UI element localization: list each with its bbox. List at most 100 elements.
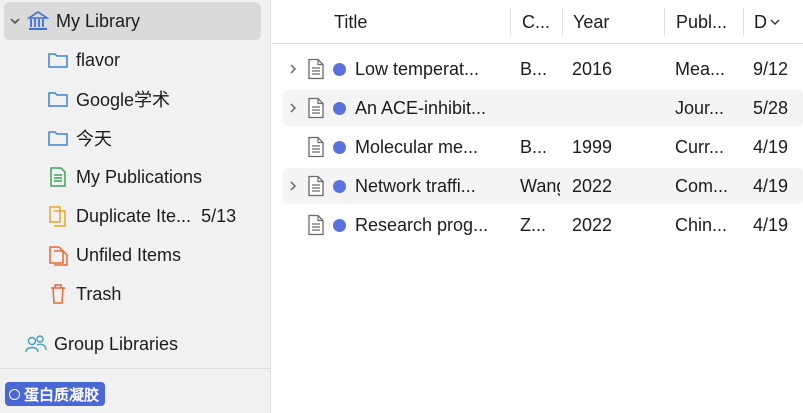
sidebar-item-unfiled-items[interactable]: Unfiled Items (46, 236, 181, 274)
sidebar-item-label: My Publications (76, 166, 203, 187)
document-icon (305, 129, 327, 165)
sidebar: My Library flavor Google学术 今天 My Publica… (0, 0, 271, 413)
duplicate-count: 5/13 (201, 205, 237, 226)
sort-chevron-icon (769, 16, 781, 28)
sidebar-item-label: flavor (76, 49, 121, 70)
cell-title: Low temperat... (355, 58, 480, 79)
sidebar-item-label: 今天 (76, 129, 112, 149)
cell-creator: Z... (520, 214, 546, 235)
sidebar-item-label: Group Libraries (54, 333, 179, 354)
sidebar-divider (0, 368, 270, 369)
table-row[interactable]: Low temperat... B... 2016 Mea... 9/12 (283, 51, 803, 87)
row-spacer (285, 129, 301, 165)
table-row[interactable]: Research prog... Z... 2022 Chin... 4/19 (283, 207, 803, 243)
publications-icon (46, 165, 70, 189)
status-dot (333, 179, 346, 193)
cell-year: 2022 (572, 214, 613, 235)
column-header-publication[interactable]: Publ... (676, 0, 740, 44)
cell-title: Molecular me... (355, 136, 479, 157)
sidebar-item-group-libraries[interactable]: Group Libraries (24, 325, 178, 363)
unread-dot-icon (333, 168, 347, 204)
column-header-label: D (754, 11, 767, 32)
duplicate-icon (46, 204, 70, 228)
document-icon (305, 51, 327, 87)
sidebar-item-duplicate-items[interactable]: Duplicate Ite... 5/13 (46, 197, 236, 235)
sidebar-item-my-library[interactable]: My Library (4, 2, 261, 40)
cell-publication: Mea... (675, 58, 726, 79)
status-dot (333, 62, 346, 76)
trash-icon (46, 282, 70, 306)
column-divider[interactable] (664, 8, 665, 36)
cell-creator: B... (520, 136, 548, 157)
column-header-year[interactable]: Year (573, 0, 658, 44)
folder-icon (46, 126, 70, 150)
cell-publication: Curr... (675, 136, 725, 157)
cell-title: Research prog... (355, 214, 489, 235)
folder-icon (46, 48, 70, 72)
column-header-label: Year (573, 11, 610, 32)
table-row[interactable]: Molecular me... B... 1999 Curr... 4/19 (283, 129, 803, 165)
sidebar-item-label: Unfiled Items (76, 244, 182, 265)
table-header: Title C... Year Publ... D (272, 0, 803, 44)
column-divider[interactable] (743, 8, 744, 36)
document-icon (305, 168, 327, 204)
unread-dot-icon (333, 207, 347, 243)
sidebar-item-label: Duplicate Ite... (76, 205, 192, 226)
status-dot (333, 218, 346, 232)
cell-year: 1999 (572, 136, 613, 157)
unread-dot-icon (333, 129, 347, 165)
unfiled-icon (46, 243, 70, 267)
folder-icon (46, 87, 70, 111)
cell-creator: Wang (520, 175, 560, 196)
column-header-label: C... (522, 11, 551, 32)
sidebar-item-flavor[interactable]: flavor (46, 41, 120, 79)
tag-chip[interactable]: 蛋白质凝胶 (5, 382, 106, 406)
column-header-label: Title (334, 11, 368, 32)
cell-publication: Chin... (675, 214, 728, 235)
sidebar-item-trash[interactable]: Trash (46, 275, 121, 313)
cell-year: 2022 (572, 175, 613, 196)
status-dot (333, 101, 346, 115)
column-divider[interactable] (510, 8, 511, 36)
cell-title: An ACE-inhibit... (355, 97, 487, 118)
sidebar-item-label: Google学术 (76, 90, 171, 110)
row-spacer (285, 207, 301, 243)
items-pane: Title C... Year Publ... D Low temperat..… (272, 0, 803, 413)
table-row[interactable]: Network traffi... Wang 2022 Com... 4/19 (283, 168, 803, 204)
sidebar-item-label: My Library (56, 10, 141, 31)
cell-publication: Com... (675, 175, 729, 196)
document-icon (305, 90, 327, 126)
tag-label: 蛋白质凝胶 (24, 386, 100, 404)
cell-title: Network traffi... (355, 175, 476, 196)
chevron-right-icon[interactable] (285, 90, 301, 126)
cell-date: 5/28 (753, 97, 789, 118)
column-header-title[interactable]: Title (334, 0, 504, 44)
table-row[interactable]: An ACE-inhibit... Jour... 5/28 (283, 90, 803, 126)
sidebar-item-my-publications[interactable]: My Publications (46, 158, 202, 196)
cell-date: 4/19 (753, 175, 789, 196)
status-dot (333, 140, 346, 154)
sidebar-item-label: Trash (76, 283, 122, 304)
group-libraries-icon (24, 332, 48, 356)
cell-date: 4/19 (753, 214, 789, 235)
cell-year: 2016 (572, 58, 613, 79)
column-header-creator[interactable]: C... (522, 0, 558, 44)
unread-dot-icon (333, 90, 347, 126)
column-header-label: Publ... (676, 11, 728, 32)
cell-creator: B... (520, 58, 548, 79)
cell-creator (520, 90, 560, 126)
cell-date: 4/19 (753, 136, 789, 157)
library-icon (26, 9, 50, 33)
column-header-date[interactable]: D (754, 0, 803, 44)
cell-date: 9/12 (753, 58, 789, 79)
column-divider[interactable] (562, 8, 563, 36)
cell-year (572, 90, 652, 126)
chevron-right-icon[interactable] (285, 51, 301, 87)
tag-circle-icon (9, 388, 20, 400)
sidebar-item-today[interactable]: 今天 (46, 119, 112, 157)
chevron-down-icon[interactable] (4, 15, 26, 27)
chevron-right-icon[interactable] (285, 168, 301, 204)
sidebar-item-google-scholar[interactable]: Google学术 (46, 80, 170, 118)
cell-publication: Jour... (675, 97, 725, 118)
unread-dot-icon (333, 51, 347, 87)
